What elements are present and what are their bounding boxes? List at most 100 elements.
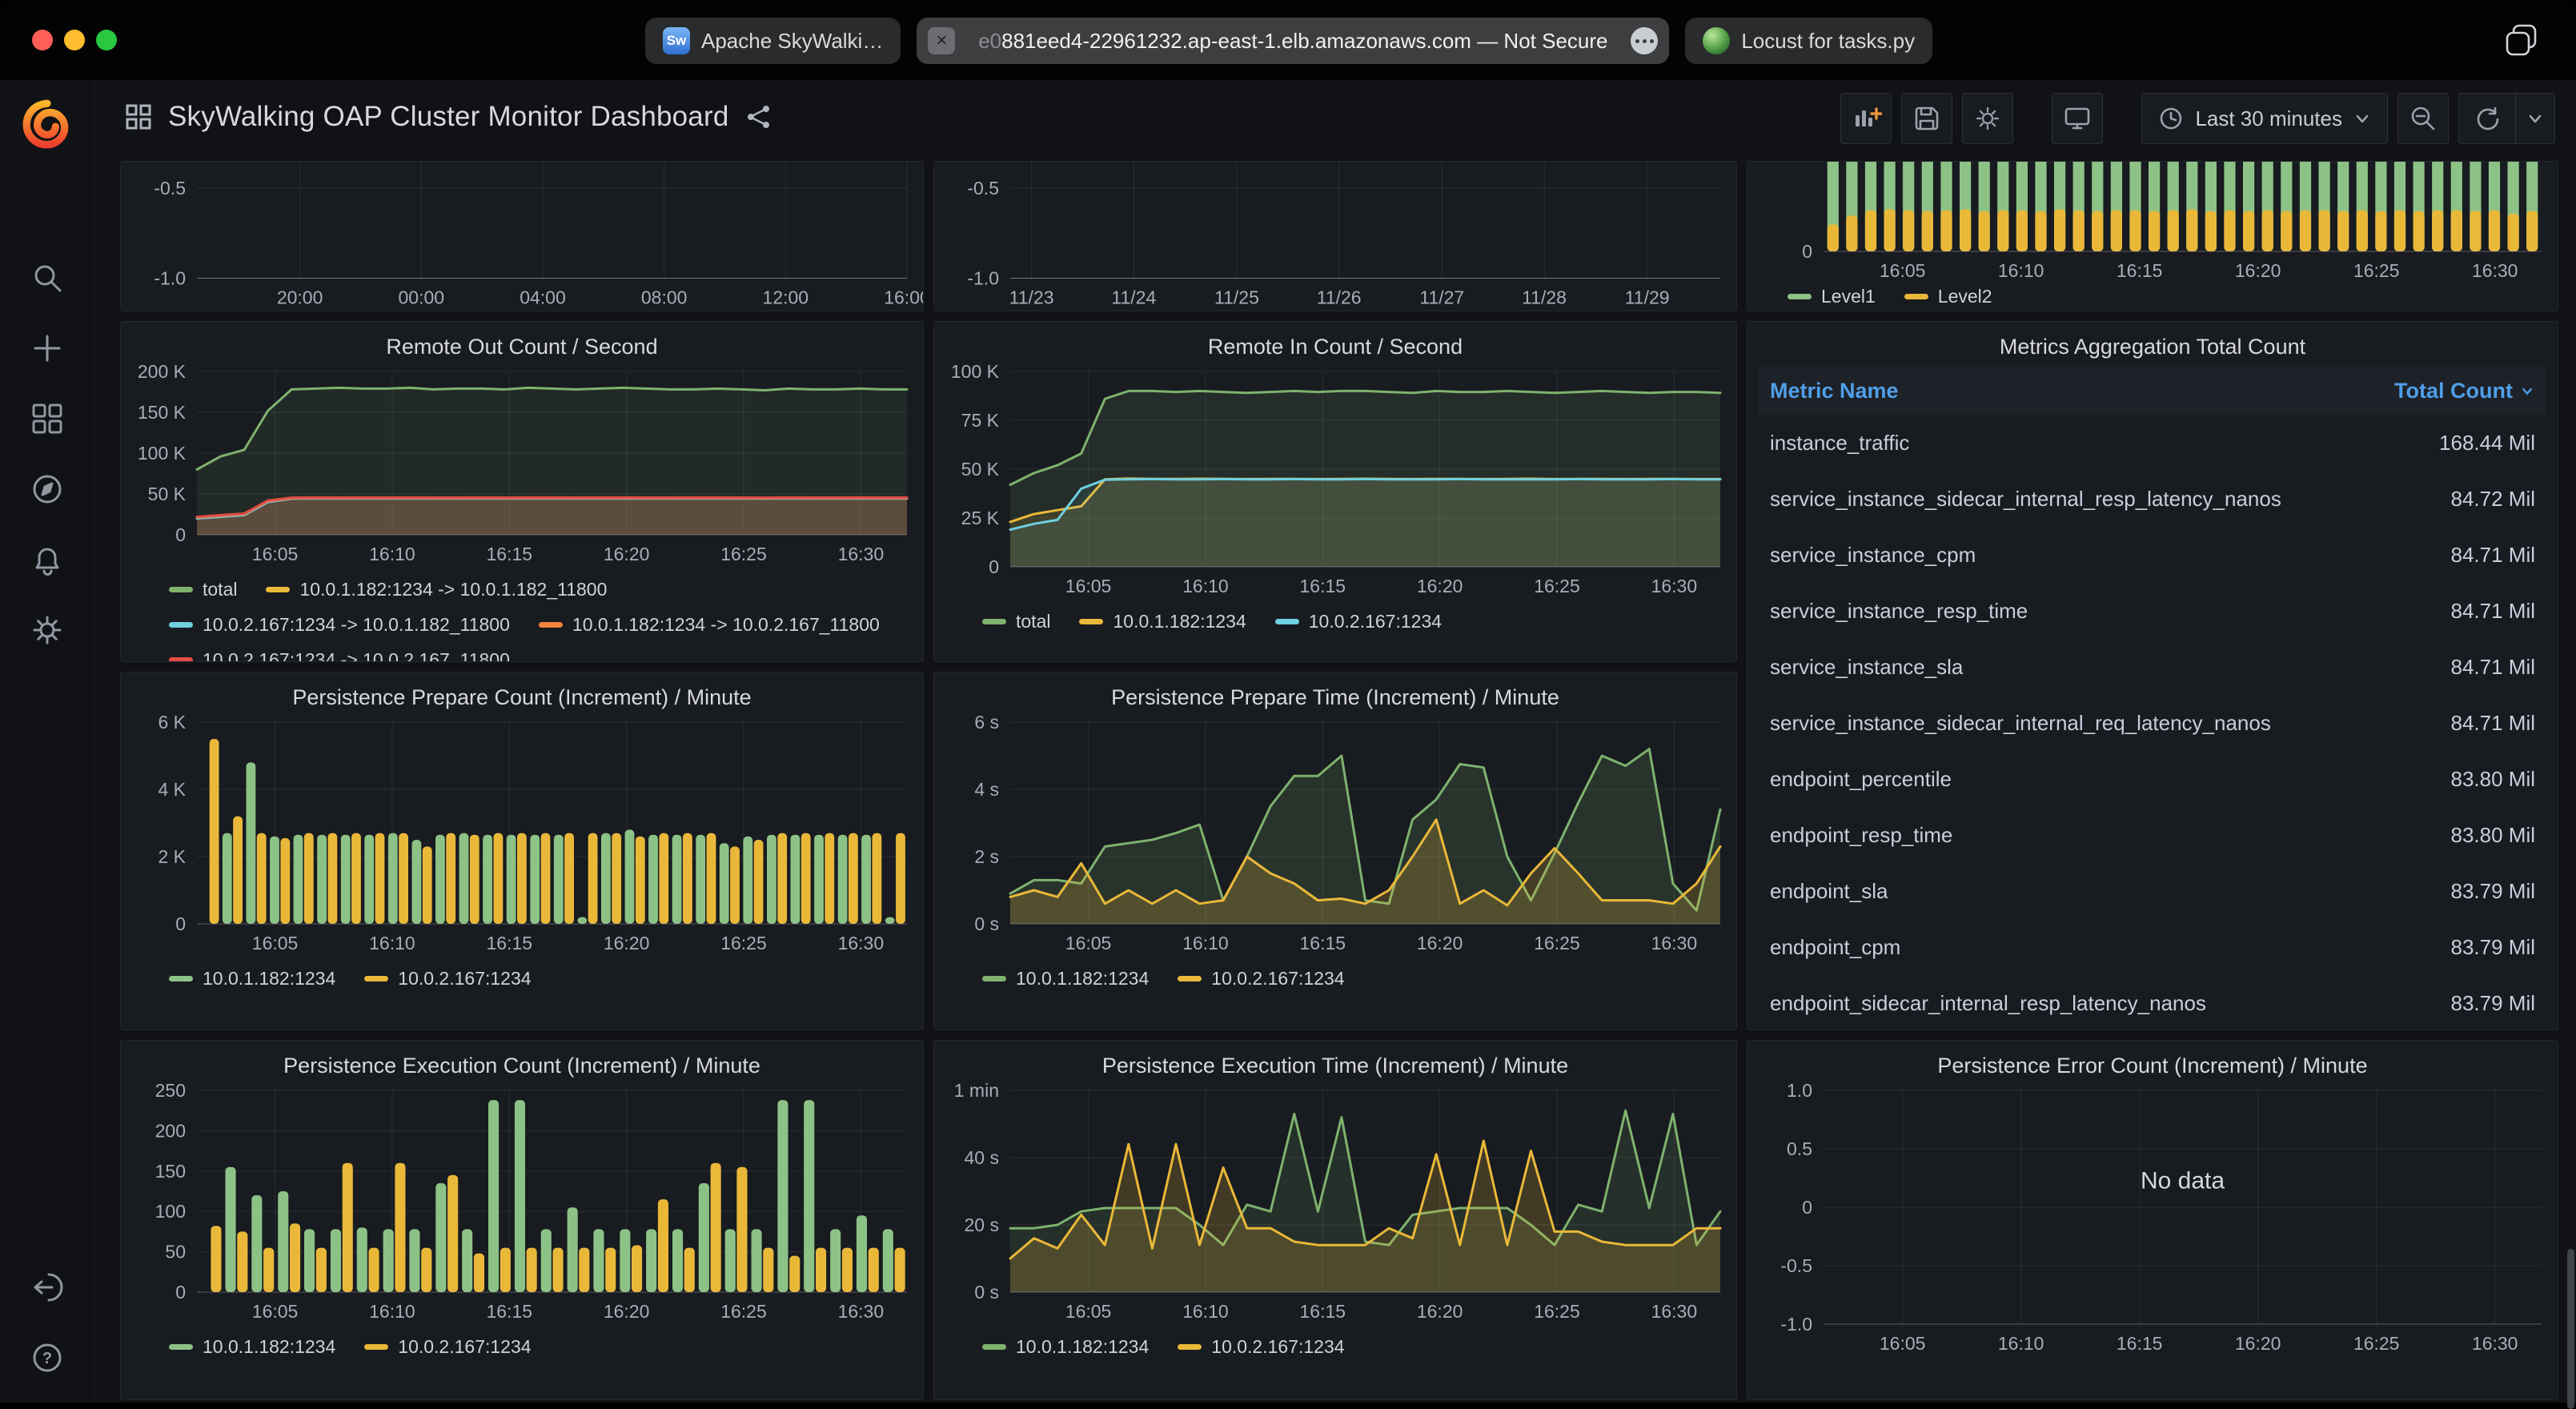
panel-exec-count[interactable]: Persistence Execution Count (Increment) … bbox=[120, 1040, 924, 1400]
timeseries-chart[interactable]: 11/2311/2411/2511/2611/2711/2811/29-0.5-… bbox=[934, 162, 1736, 311]
bar-chart[interactable]: 16:0516:1016:1516:2016:2516:300501001502… bbox=[121, 1082, 923, 1323]
add-panel-button[interactable] bbox=[1840, 93, 1892, 144]
svg-text:-0.5: -0.5 bbox=[1780, 1255, 1812, 1276]
tv-mode-button[interactable] bbox=[2052, 93, 2103, 144]
minimize-window-button[interactable] bbox=[64, 30, 85, 50]
help-icon[interactable]: ? bbox=[30, 1340, 65, 1375]
timeseries-chart[interactable]: 16:0516:1016:1516:2016:2516:300 s20 s40 … bbox=[934, 1082, 1736, 1323]
panel-title[interactable]: Metrics Aggregation Total Count bbox=[1747, 322, 2558, 363]
dashboards-icon[interactable] bbox=[30, 401, 65, 436]
legend-item[interactable]: 10.0.2.167:1234 -> 10.0.1.182_11800 bbox=[169, 607, 510, 642]
panel-title[interactable]: Remote Out Count / Second bbox=[121, 322, 923, 363]
legend-item[interactable]: 10.0.1.182:1234 bbox=[169, 1329, 335, 1364]
timeseries-chart[interactable]: 16:0516:1016:1516:2016:2516:30025 K50 K7… bbox=[934, 363, 1736, 597]
share-icon[interactable] bbox=[745, 103, 772, 130]
panel-prepare-count[interactable]: Persistence Prepare Count (Increment) / … bbox=[120, 672, 924, 1030]
legend-item[interactable]: 10.0.2.167:1234 bbox=[1178, 961, 1344, 996]
dashboard-settings-button[interactable] bbox=[1962, 93, 2013, 144]
legend-item[interactable]: 10.0.1.182:1234 -> 10.0.2.167_11800 bbox=[539, 607, 880, 642]
save-dashboard-button[interactable] bbox=[1901, 93, 1952, 144]
panel-error-count[interactable]: Persistence Error Count (Increment) / Mi… bbox=[1747, 1040, 2558, 1400]
legend-item[interactable]: 10.0.1.182:1234 bbox=[982, 961, 1149, 996]
timeseries-chart[interactable]: 16:0516:1016:1516:2016:2516:301.00.50-0.… bbox=[1747, 1082, 2558, 1355]
total-count-cell: 84.71 Mil bbox=[2451, 599, 2536, 624]
table-row: endpoint_cpm83.79 Mil bbox=[1759, 919, 2546, 975]
svg-text:16:15: 16:15 bbox=[2117, 260, 2163, 281]
panel-title[interactable]: Persistence Prepare Count (Increment) / … bbox=[121, 672, 923, 714]
explore-compass-icon[interactable] bbox=[30, 472, 65, 507]
legend-item[interactable]: 10.0.2.167:1234 bbox=[364, 1329, 531, 1364]
refresh-button[interactable] bbox=[2459, 105, 2515, 132]
panel-cluster-levels[interactable]: 16:0516:1016:1516:2016:2516:300 Level1 Le… bbox=[1747, 161, 2558, 311]
timeseries-chart[interactable]: 16:0516:1016:1516:2016:2516:30050 K100 K… bbox=[121, 363, 923, 565]
svg-text:-1.0: -1.0 bbox=[1780, 1314, 1812, 1335]
metric-name-cell: instance_traffic bbox=[1770, 431, 2439, 456]
svg-text:16:20: 16:20 bbox=[1417, 933, 1463, 953]
panel-title[interactable]: Persistence Execution Count (Increment) … bbox=[121, 1041, 923, 1082]
legend-item[interactable]: 10.0.2.167:1234 bbox=[1178, 1329, 1344, 1364]
legend-item[interactable]: total bbox=[169, 572, 237, 607]
close-window-button[interactable] bbox=[32, 30, 53, 50]
legend-item[interactable]: 10.0.1.182:1234 -> 10.0.1.182_11800 bbox=[266, 572, 607, 607]
legend-item[interactable]: 10.0.1.182:1234 bbox=[1079, 604, 1246, 639]
time-range-picker[interactable]: Last 30 minutes bbox=[2141, 93, 2388, 144]
zoom-out-time-button[interactable] bbox=[2397, 93, 2449, 144]
sign-in-icon[interactable] bbox=[30, 1270, 65, 1305]
add-icon[interactable] bbox=[30, 331, 65, 366]
legend-item[interactable]: Level1 bbox=[1788, 279, 1876, 311]
svg-text:16:05: 16:05 bbox=[252, 1301, 299, 1322]
alerting-bell-icon[interactable] bbox=[30, 542, 65, 577]
grafana-logo[interactable] bbox=[21, 98, 74, 151]
legend-item[interactable]: 10.0.1.182:1234 bbox=[169, 961, 335, 996]
svg-text:200: 200 bbox=[155, 1120, 186, 1141]
legend-item[interactable]: Level2 bbox=[1904, 279, 1992, 311]
tab-locust[interactable]: Locust for tasks.py bbox=[1685, 18, 1932, 64]
settings-gear-icon[interactable] bbox=[30, 612, 65, 648]
refresh-interval-dropdown[interactable] bbox=[2516, 110, 2554, 127]
svg-text:16:05: 16:05 bbox=[1880, 1333, 1926, 1354]
timeseries-chart[interactable]: 16:0516:1016:1516:2016:2516:300 s2 s4 s6… bbox=[934, 714, 1736, 954]
tab-overview-icon[interactable] bbox=[2502, 21, 2541, 59]
timeseries-chart[interactable]: 20:0000:0004:0008:0012:0016:00-0.5-1.0 bbox=[121, 162, 923, 311]
panel-cutoff-middle[interactable]: 11/2311/2411/2511/2611/2711/2811/29-0.5-… bbox=[933, 161, 1737, 311]
svg-text:16:05: 16:05 bbox=[252, 544, 299, 564]
legend-item[interactable]: 10.0.2.167:1234 bbox=[1275, 604, 1442, 639]
svg-text:6 s: 6 s bbox=[974, 714, 999, 733]
panel-remote-in[interactable]: Remote In Count / Second 16:0516:1016:15… bbox=[933, 321, 1737, 662]
panel-title[interactable]: Persistence Prepare Time (Increment) / M… bbox=[934, 672, 1736, 714]
legend-item[interactable]: 10.0.1.182:1234 bbox=[982, 1329, 1149, 1364]
page-scrollbar[interactable] bbox=[2567, 1249, 2574, 1409]
dashboard-grid-icon[interactable] bbox=[125, 103, 152, 130]
panel-prepare-time[interactable]: Persistence Prepare Time (Increment) / M… bbox=[933, 672, 1737, 1030]
legend-item[interactable]: total bbox=[982, 604, 1050, 639]
panel-title[interactable]: Remote In Count / Second bbox=[934, 322, 1736, 363]
tab-apache-skywalking[interactable]: Sw Apache SkyWalki… bbox=[645, 18, 901, 64]
svg-text:00:00: 00:00 bbox=[399, 287, 445, 308]
svg-text:16:20: 16:20 bbox=[604, 933, 650, 953]
bar-chart[interactable]: 16:0516:1016:1516:2016:2516:3002 K4 K6 K bbox=[121, 714, 923, 954]
legend-item[interactable]: 10.0.2.167:1234 bbox=[364, 961, 531, 996]
svg-text:75 K: 75 K bbox=[961, 410, 1000, 431]
column-header-metric-name[interactable]: Metric Name bbox=[1770, 379, 2394, 403]
metric-name-cell: service_instance_sidecar_internal_req_la… bbox=[1770, 711, 2451, 736]
panel-cutoff-left[interactable]: 20:0000:0004:0008:0012:0016:00-0.5-1.0 bbox=[120, 161, 924, 311]
bar-chart[interactable]: 16:0516:1016:1516:2016:2516:300 bbox=[1747, 162, 2558, 282]
search-icon[interactable] bbox=[30, 260, 65, 295]
legend-item[interactable]: 10.0.2.167:1234 -> 10.0.2.167_11800 bbox=[169, 642, 510, 662]
panel-title[interactable]: Persistence Execution Time (Increment) /… bbox=[934, 1041, 1736, 1082]
column-header-total-count[interactable]: Total Count bbox=[2394, 379, 2535, 403]
svg-text:16:10: 16:10 bbox=[369, 1301, 415, 1322]
close-tab-icon[interactable]: × bbox=[928, 27, 955, 54]
panel-remote-out[interactable]: Remote Out Count / Second 16:0516:1016:1… bbox=[120, 321, 924, 662]
zoom-window-button[interactable] bbox=[96, 30, 117, 50]
sidebar: ? bbox=[0, 80, 94, 1403]
tab-grafana-dashboard[interactable]: × e0881eed4-22961232.ap-east-1.elb.amazo… bbox=[917, 18, 1669, 64]
metric-name-cell: endpoint_sla bbox=[1770, 879, 2451, 904]
table-body: instance_traffic168.44 Milservice_instan… bbox=[1759, 415, 2546, 1030]
panel-metrics-table[interactable]: Metrics Aggregation Total Count Metric N… bbox=[1747, 321, 2558, 1030]
svg-text:16:10: 16:10 bbox=[1182, 1301, 1229, 1322]
panel-title[interactable]: Persistence Error Count (Increment) / Mi… bbox=[1747, 1041, 2558, 1082]
panel-exec-time[interactable]: Persistence Execution Time (Increment) /… bbox=[933, 1040, 1737, 1400]
tab-more-icon[interactable] bbox=[1631, 27, 1658, 54]
svg-text:6 K: 6 K bbox=[158, 714, 186, 733]
